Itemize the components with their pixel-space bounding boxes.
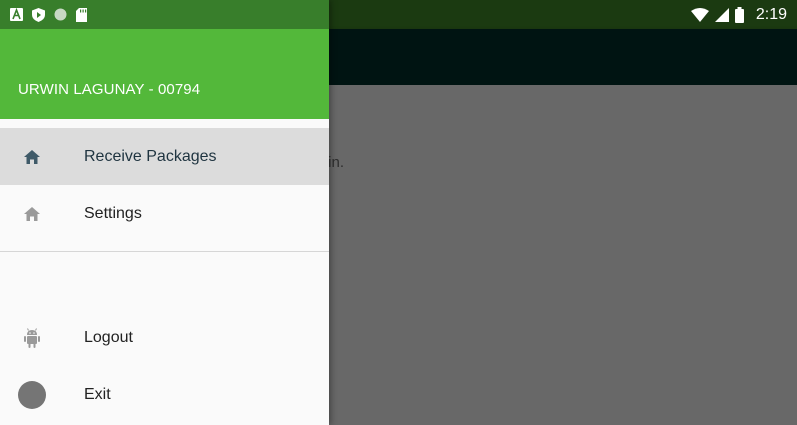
status-icons-right: 2:19 [690, 0, 787, 29]
drawer-status-bar [0, 0, 329, 29]
home-icon [21, 146, 43, 168]
circle-icon [17, 380, 47, 410]
battery-icon [734, 6, 744, 23]
shield-icon [32, 7, 45, 22]
menu-item-settings[interactable]: Settings [0, 185, 329, 242]
drawer-header: URWIN LAGUNAY - 00794 [0, 29, 329, 119]
menu-item-label: Exit [84, 385, 111, 403]
drawer-username: URWIN LAGUNAY - 00794 [18, 81, 201, 98]
drawer-menu: Receive Packages Settings [0, 128, 329, 252]
menu-item-label: Settings [84, 204, 142, 222]
menu-item-logout[interactable]: Logout [0, 309, 329, 366]
drawer-secondary-menu: Logout Exit [0, 309, 329, 423]
circle-icon [54, 8, 67, 21]
menu-divider [0, 251, 329, 252]
signal-icon [714, 7, 729, 22]
screen: 2:19 ck in. URWIN [0, 0, 797, 425]
menu-item-receive-packages[interactable]: Receive Packages [0, 128, 329, 185]
android-icon [21, 327, 43, 349]
menu-item-exit[interactable]: Exit [0, 366, 329, 423]
menu-item-label: Receive Packages [84, 147, 217, 165]
wifi-icon [690, 7, 709, 22]
a-box-icon [10, 8, 23, 21]
navigation-drawer: URWIN LAGUNAY - 00794 Receive Packages S… [0, 0, 329, 425]
sd-card-icon [76, 7, 87, 22]
status-time: 2:19 [755, 5, 787, 23]
home-icon [21, 203, 43, 225]
menu-item-label: Logout [84, 328, 133, 346]
